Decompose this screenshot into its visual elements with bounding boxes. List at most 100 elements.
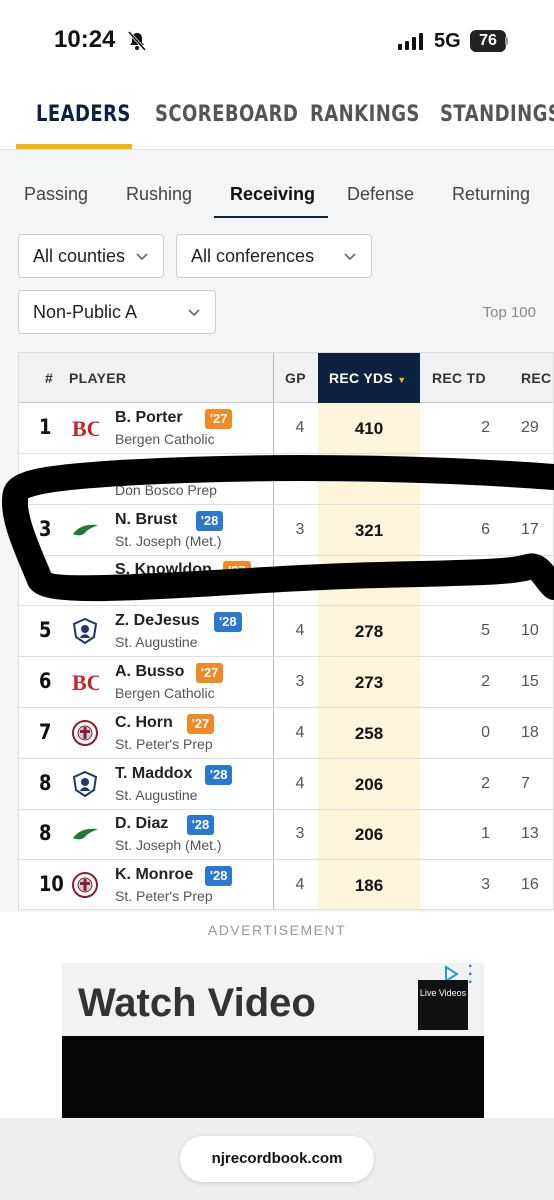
player-name[interactable]: K. Monroe: [115, 866, 193, 884]
subtab-rushing[interactable]: Rushing: [126, 184, 192, 205]
header-rank: #: [45, 370, 54, 386]
bell-muted-icon: [127, 31, 147, 51]
school-logo-icon: [71, 820, 99, 848]
subtab-defense[interactable]: Defense: [347, 184, 414, 205]
school-name[interactable]: Don Bosco Prep: [115, 482, 217, 498]
rec-td-value: 6: [481, 571, 490, 589]
games-played: 4: [295, 419, 305, 436]
header-rec-yds-label: REC YDS: [329, 370, 394, 386]
tab-leaders[interactable]: LEADERS: [36, 102, 131, 127]
school-name[interactable]: St. Joseph (Met.): [115, 533, 222, 549]
table-row[interactable]: 1 BC B. Porter '27 Bergen Catholic 4 410 2 29: [19, 403, 553, 454]
row-rank: 6: [38, 669, 52, 693]
player-name[interactable]: T. Maddox: [115, 765, 192, 783]
school-logo-icon: [71, 719, 99, 747]
header-rec[interactable]: REC: [521, 370, 553, 386]
school-name[interactable]: St. Augustine: [115, 634, 198, 650]
conference-select[interactable]: All conferences: [176, 234, 372, 278]
school-logo-icon: [71, 617, 99, 645]
school-name[interactable]: Bergen Catholic: [115, 685, 215, 701]
player-name[interactable]: A. Busso: [115, 663, 184, 681]
games-played: 3: [295, 520, 305, 538]
table-row[interactable]: 7 C. Horn '27 St. Peter's Prep 4 258 0 18: [19, 708, 553, 759]
more-options-icon[interactable]: · · ·: [468, 963, 473, 991]
class-year-badge: '27: [186, 713, 215, 734]
player-name[interactable]: D. Diaz: [115, 815, 168, 833]
row-rank: 5: [38, 618, 52, 643]
school-logo-icon: BC: [71, 414, 103, 442]
school-name[interactable]: St. Peter's Prep: [115, 736, 213, 752]
ad-video-player[interactable]: [62, 1036, 484, 1120]
tab-scoreboard[interactable]: SCOREBOARD: [155, 102, 298, 127]
header-rec-yds[interactable]: REC YDS ▼: [329, 370, 407, 386]
class-year-badge: '27: [195, 663, 224, 683]
status-bar: 10:24 5G 76: [0, 0, 554, 80]
school-name[interactable]: St. Peter's Prep: [115, 888, 213, 904]
leaders-table: # PLAYER GP REC YDS ▼ REC TD REC 1 BC B. P…: [18, 352, 554, 910]
school-name[interactable]: St. Augustine: [115, 787, 198, 803]
svg-text:BC: BC: [72, 670, 99, 695]
school-name[interactable]: St. Joseph (Met.): [115, 837, 222, 853]
games-played: 4: [295, 876, 305, 894]
row-rank: 7: [38, 719, 52, 744]
rec-yds-value: 286: [354, 571, 384, 591]
rec-value: 16: [521, 876, 539, 894]
player-name[interactable]: C. Horn: [115, 714, 173, 732]
rec-yds-value: 186: [354, 876, 384, 896]
table-row[interactable]: Don Bosco Prep: [19, 454, 553, 505]
active-tab-indicator: [16, 144, 132, 149]
table-row[interactable]: 10 K. Monroe '28 St. Peter's Prep 4 186 3 16: [19, 860, 553, 909]
rec-yds-value: 206: [354, 774, 384, 794]
chevron-down-icon: [136, 253, 148, 261]
player-name[interactable]: N. Brust: [115, 511, 177, 529]
player-name[interactable]: S. Knowldon: [115, 561, 212, 579]
table-row[interactable]: 8 D. Diaz '28 St. Joseph (Met.) 3 206 1 13: [19, 809, 553, 861]
tab-standings[interactable]: STANDINGS: [440, 102, 554, 127]
rec-value: 7: [521, 774, 530, 792]
video-ad[interactable]: Watch Video · · · Live Videos: [62, 963, 484, 1120]
class-year-badge: '28: [204, 866, 233, 887]
table-row[interactable]: 5 Z. DeJesus '28 St. Augustine 4 278 5 10: [19, 606, 553, 658]
ad-headline: Watch Video: [78, 981, 316, 1025]
rec-yds-value: 273: [354, 673, 384, 692]
browser-toolbar: njrecordbook.com: [0, 1118, 554, 1200]
result-limit: Top 100: [482, 304, 536, 321]
table-row[interactable]: S. Knowldon '27 286 6: [19, 555, 553, 607]
address-bar[interactable]: njrecordbook.com: [180, 1136, 374, 1182]
tab-rankings[interactable]: RANKINGS: [310, 102, 420, 127]
header-rec-td[interactable]: REC TD: [432, 370, 486, 386]
county-select-value: All counties: [33, 246, 126, 266]
stat-category-tabs: Passing Rushing Receiving Defense Return…: [0, 150, 554, 220]
header-gp[interactable]: GP: [285, 370, 306, 386]
class-year-badge: '28: [195, 510, 224, 531]
rec-value: 15: [521, 673, 539, 690]
school-logo-icon: [71, 516, 99, 544]
rec-value: 17: [521, 520, 539, 538]
table-row[interactable]: 6 BC A. Busso '27 Bergen Catholic 3 273 2 15: [19, 657, 553, 708]
rec-value: 13: [521, 825, 539, 843]
rec-yds-value: 278: [354, 622, 384, 642]
games-played: 4: [295, 622, 305, 640]
active-subtab-indicator: [214, 216, 328, 218]
class-year-badge: '28: [214, 612, 242, 633]
sort-desc-icon: ▼: [397, 375, 407, 385]
subtab-returning[interactable]: Returning: [452, 184, 530, 205]
row-rank: 8: [38, 770, 52, 795]
class-year-badge: '28: [204, 764, 233, 785]
division-select[interactable]: Non-Public A: [18, 290, 216, 334]
top-nav: LEADERS SCOREBOARD RANKINGS STANDINGS: [0, 80, 554, 150]
player-name[interactable]: B. Porter: [115, 409, 183, 427]
rec-td-value: 3: [481, 876, 490, 894]
player-name[interactable]: Z. DeJesus: [115, 612, 199, 630]
header-player: PLAYER: [69, 370, 127, 386]
county-select[interactable]: All counties: [18, 234, 164, 278]
rec-value: 18: [521, 723, 539, 741]
subtab-receiving[interactable]: Receiving: [230, 184, 315, 205]
rec-yds-value: 410: [354, 419, 384, 438]
table-row[interactable]: 3 N. Brust '28 St. Joseph (Met.) 3 321 6 17: [19, 505, 553, 556]
games-played: 3: [295, 673, 305, 690]
subtab-passing[interactable]: Passing: [24, 184, 88, 205]
table-row[interactable]: 8 T. Maddox '28 St. Augustine 4 206 2 7: [19, 759, 553, 810]
school-name[interactable]: Bergen Catholic: [115, 431, 215, 447]
rec-td-value: 2: [481, 673, 490, 690]
